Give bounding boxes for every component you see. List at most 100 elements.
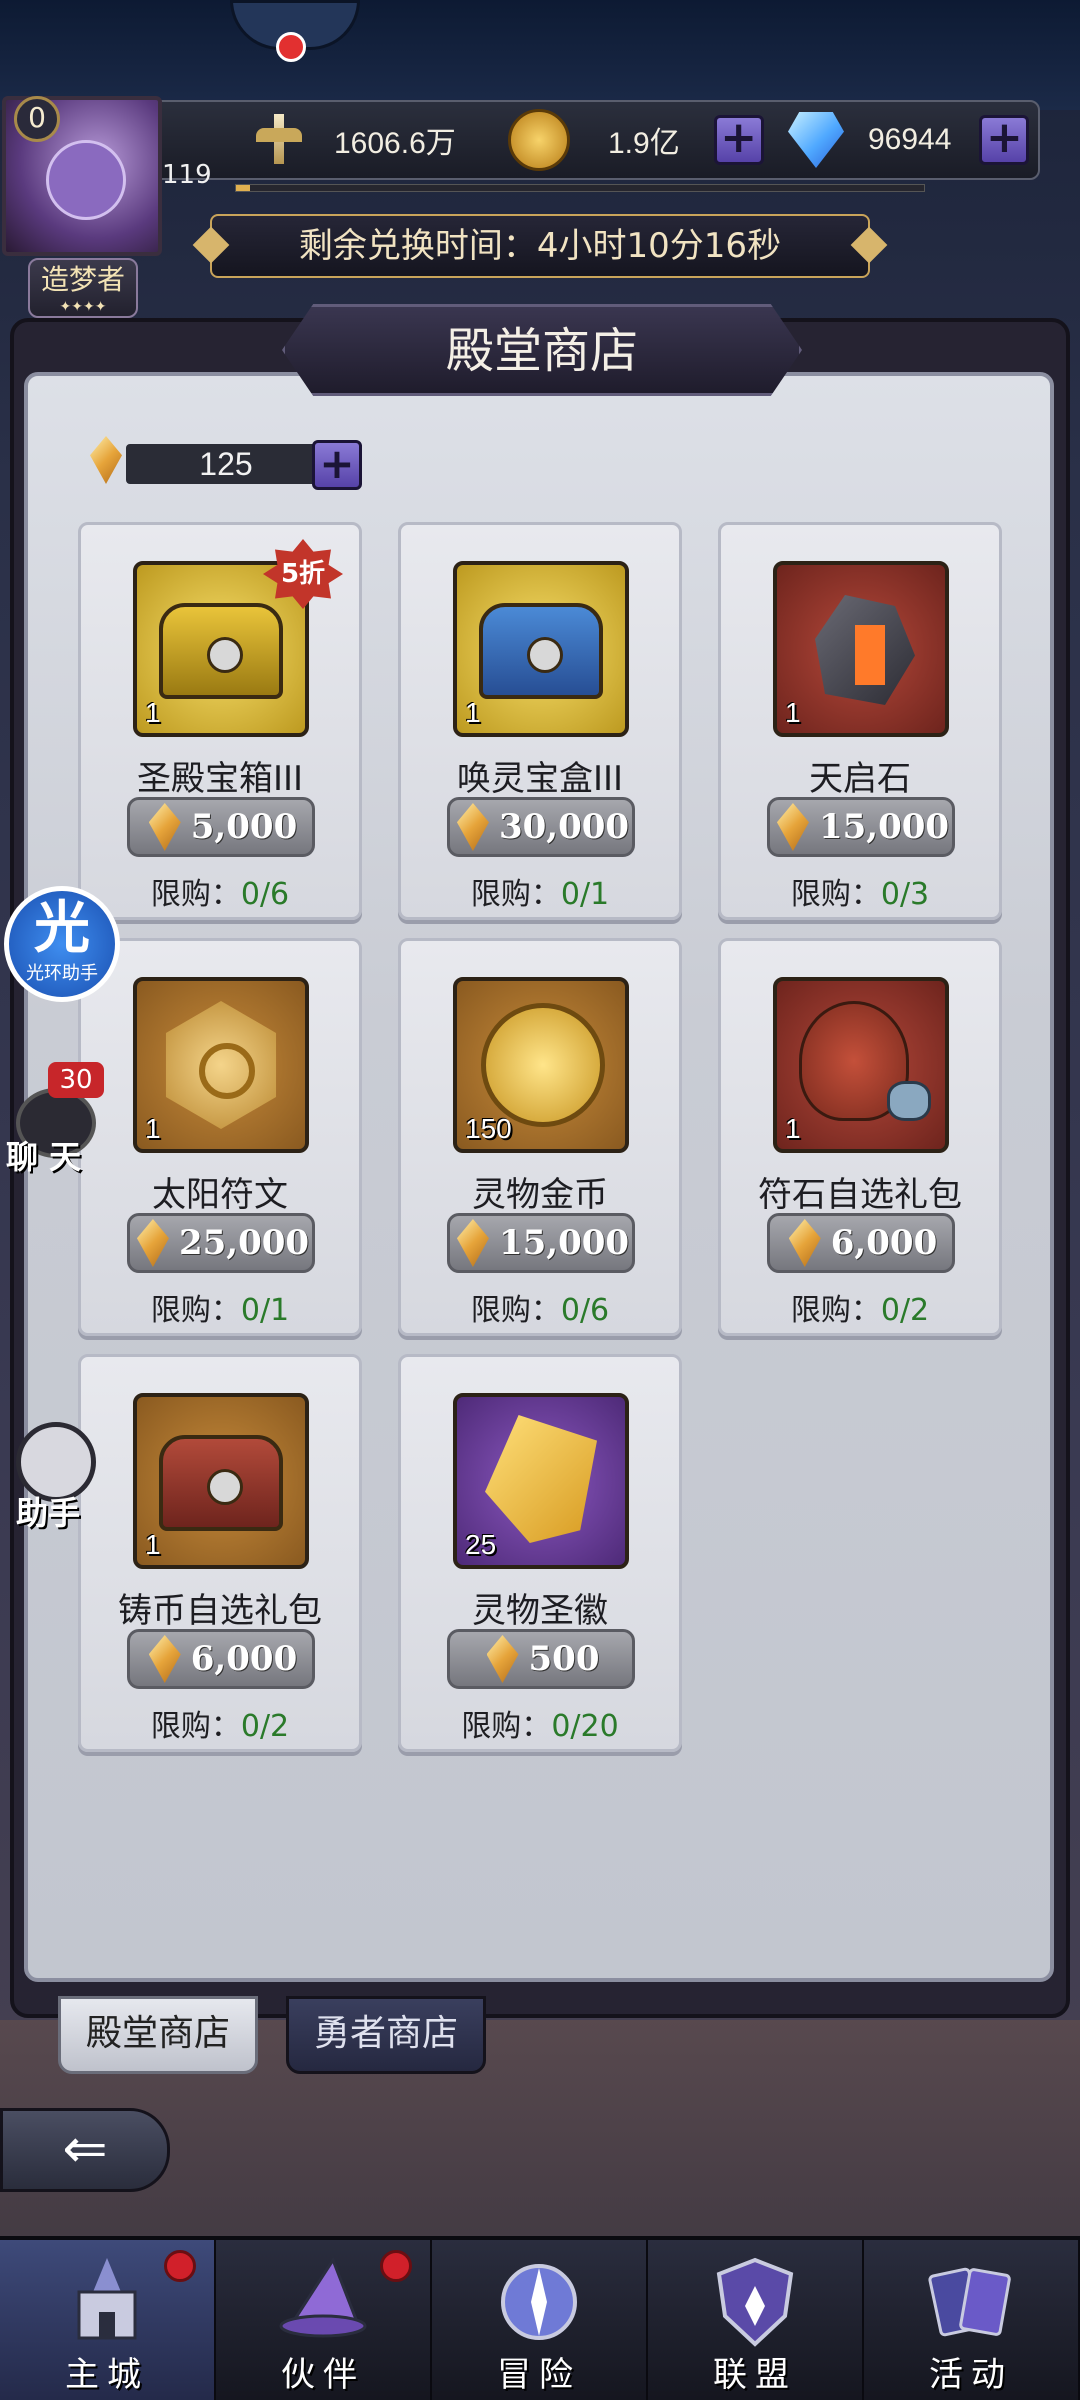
limit-label: 限购： bbox=[790, 1293, 881, 1328]
chat-unread-badge: 30 bbox=[48, 1062, 104, 1098]
buy-button[interactable]: 6,000 bbox=[767, 1213, 955, 1273]
helper-label: 光环助手 bbox=[26, 963, 98, 984]
limit-label: 限购： bbox=[470, 877, 561, 912]
limit-value: 0/1 bbox=[240, 1293, 290, 1328]
compass-icon bbox=[501, 2264, 577, 2340]
player-title-badge[interactable]: 造梦者 ✦✦✦✦ bbox=[28, 258, 138, 318]
nav-adventure[interactable]: 冒险 bbox=[432, 2240, 648, 2400]
back-button[interactable]: ⇐ bbox=[0, 2108, 170, 2192]
limit-label: 限购： bbox=[150, 1709, 241, 1744]
chat-label: 聊 天 bbox=[6, 1138, 82, 1176]
helper-glyph: 光 bbox=[34, 896, 90, 961]
item-name: 天启石 bbox=[809, 759, 911, 799]
limit-label: 限购： bbox=[790, 877, 881, 912]
xp-fill bbox=[236, 185, 250, 191]
assistant-button[interactable]: 助手 bbox=[6, 1422, 102, 1532]
shop-item-card[interactable]: 1 太阳符文 25,000 限购：0/1 bbox=[78, 938, 362, 1336]
purchase-limit: 限购：0/1 bbox=[401, 869, 679, 913]
shield-icon bbox=[716, 2257, 794, 2347]
cards-icon bbox=[928, 2267, 1011, 2337]
chat-button[interactable]: 30 聊 天 bbox=[6, 1062, 104, 1176]
item-quantity: 1 bbox=[465, 697, 481, 728]
add-gold-button[interactable]: + bbox=[713, 115, 764, 165]
nav-events[interactable]: 活动 bbox=[864, 2240, 1080, 2400]
nav-alliance[interactable]: 联盟 bbox=[648, 2240, 864, 2400]
wizard-hat-icon bbox=[279, 2256, 367, 2338]
item-quantity: 150 bbox=[465, 1113, 512, 1144]
nav-alliance-label: 联盟 bbox=[713, 2355, 797, 2395]
sun-rune-icon: 1 bbox=[133, 977, 309, 1153]
shop-item-card[interactable]: 1 符石自选礼包 6,000 限购：0/2 bbox=[718, 938, 1002, 1336]
shop-currency-amount: 125 bbox=[126, 444, 326, 484]
purchase-limit: 限购：0/20 bbox=[401, 1701, 679, 1745]
add-shop-currency-button[interactable]: + bbox=[312, 440, 362, 490]
gold-value: 1.9亿 bbox=[608, 127, 680, 160]
buy-button[interactable]: 6,000 bbox=[127, 1629, 315, 1689]
item-quantity: 1 bbox=[145, 1113, 161, 1144]
shop-item-card[interactable]: 1 天启石 15,000 限购：0/3 bbox=[718, 522, 1002, 920]
shop-item-card[interactable]: 25 灵物圣徽 500 限购：0/20 bbox=[398, 1354, 682, 1752]
assistant-label: 助手 bbox=[16, 1494, 81, 1532]
tab-hero-shop[interactable]: 勇者商店 bbox=[286, 1996, 486, 2074]
item-quantity: 1 bbox=[145, 1529, 161, 1560]
purchase-limit: 限购：0/6 bbox=[401, 1285, 679, 1329]
item-price: 5,000 bbox=[190, 807, 298, 847]
castle-icon bbox=[77, 2258, 137, 2340]
shop-currency-field: 125 + bbox=[86, 434, 366, 494]
limit-value: 0/2 bbox=[240, 1709, 290, 1744]
top-scene bbox=[0, 0, 1080, 110]
item-name: 符石自选礼包 bbox=[758, 1175, 962, 1215]
shop-item-card[interactable]: 150 灵物金币 15,000 限购：0/6 bbox=[398, 938, 682, 1336]
hall-crystal-icon bbox=[453, 1217, 493, 1269]
discount-badge: 5折 bbox=[263, 539, 343, 609]
diamond-value: 96944 bbox=[868, 123, 952, 156]
buy-button[interactable]: 25,000 bbox=[127, 1213, 315, 1273]
buy-button[interactable]: 500 bbox=[447, 1629, 635, 1689]
nav-partners[interactable]: 伙伴 bbox=[216, 2240, 432, 2400]
apocalypse-stone-icon: 1 bbox=[773, 561, 949, 737]
add-diamond-button[interactable]: + bbox=[979, 115, 1030, 165]
power-resource: 1606.6万 bbox=[250, 110, 456, 170]
notification-dot bbox=[276, 32, 306, 62]
spirit-emblem-icon: 25 bbox=[453, 1393, 629, 1569]
hall-crystal-icon bbox=[133, 1217, 173, 1269]
item-price: 15,000 bbox=[498, 1223, 630, 1263]
limit-label: 限购： bbox=[150, 877, 241, 912]
limit-value: 0/6 bbox=[560, 1293, 610, 1328]
item-quantity: 1 bbox=[785, 1113, 801, 1144]
halo-helper-button[interactable]: 光 光环助手 bbox=[4, 886, 120, 1002]
shop-item-card[interactable]: 1 5折 圣殿宝箱III 5,000 限购：0/6 bbox=[78, 522, 362, 920]
buy-button[interactable]: 30,000 bbox=[447, 797, 635, 857]
shop-title: 殿堂商店 bbox=[282, 304, 802, 396]
nav-events-label: 活动 bbox=[929, 2355, 1013, 2395]
nav-main-city[interactable]: 主城 bbox=[0, 2240, 216, 2400]
buy-button[interactable]: 15,000 bbox=[767, 797, 955, 857]
limit-value: 0/1 bbox=[560, 877, 610, 912]
item-name: 铸币自选礼包 bbox=[118, 1591, 322, 1631]
buy-button[interactable]: 15,000 bbox=[447, 1213, 635, 1273]
hall-crystal-icon bbox=[145, 801, 185, 853]
diamond-icon bbox=[784, 112, 848, 168]
power-value: 1606.6万 bbox=[334, 127, 456, 160]
spirit-coin-icon: 150 bbox=[453, 977, 629, 1153]
vip-level-badge: 0 bbox=[14, 96, 60, 142]
purchase-limit: 限购：0/6 bbox=[81, 869, 359, 913]
item-price: 6,000 bbox=[190, 1639, 298, 1679]
player-title: 造梦者 bbox=[40, 263, 125, 296]
item-quantity: 1 bbox=[785, 697, 801, 728]
purchase-limit: 限购：0/2 bbox=[81, 1701, 359, 1745]
limit-value: 0/6 bbox=[240, 877, 290, 912]
avatar-portrait bbox=[46, 140, 126, 220]
item-name: 灵物金币 bbox=[472, 1175, 608, 1215]
tab-hall-shop[interactable]: 殿堂商店 bbox=[58, 1996, 258, 2074]
hall-crystal-icon bbox=[773, 801, 813, 853]
title-stars: ✦✦✦✦ bbox=[59, 299, 107, 315]
blue-chest-icon: 1 bbox=[453, 561, 629, 737]
shop-item-card[interactable]: 1 铸币自选礼包 6,000 限购：0/2 bbox=[78, 1354, 362, 1752]
shop-item-card[interactable]: 1 唤灵宝盒III 30,000 限购：0/1 bbox=[398, 522, 682, 920]
nav-main-city-label: 主城 bbox=[65, 2355, 149, 2395]
limit-label: 限购： bbox=[461, 1709, 552, 1744]
hall-crystal-icon bbox=[86, 434, 126, 486]
buy-button[interactable]: 5,000 bbox=[127, 797, 315, 857]
red-chest-icon: 1 bbox=[133, 1393, 309, 1569]
